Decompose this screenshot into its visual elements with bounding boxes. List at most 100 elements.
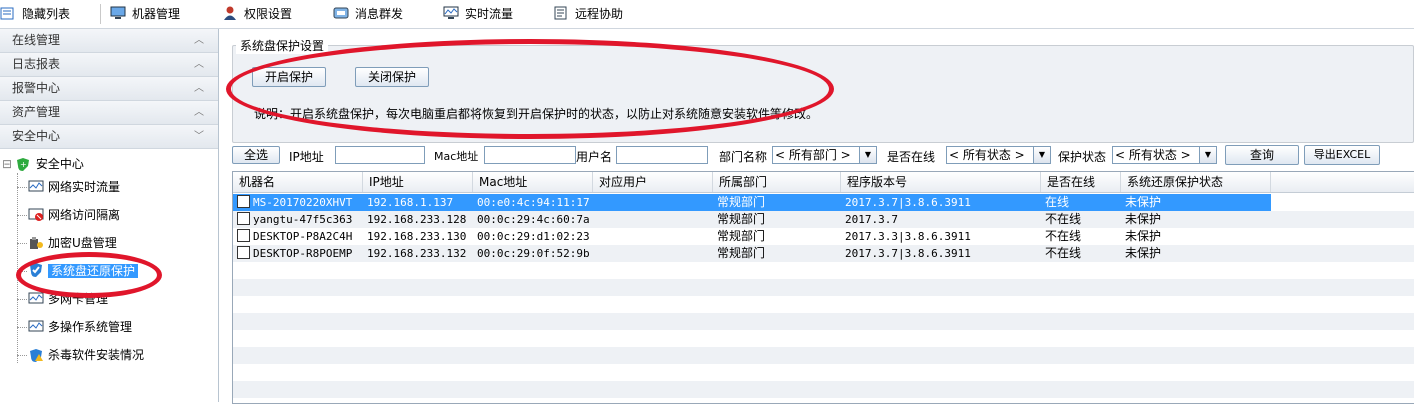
top-toolbar: 隐藏列表 机器管理 权限设置 消息群发 实时流量 远程协助: [0, 0, 1414, 29]
chevron-up-icon: ︿: [194, 59, 204, 70]
table-cell: yangtu-47f5c363: [233, 211, 363, 228]
row-stripe: [233, 262, 1414, 279]
protect-select-value: < 所有状态 >: [1115, 148, 1191, 162]
shield-warning-icon: [28, 348, 44, 362]
chevron-up-icon: ︿: [194, 35, 204, 46]
table-row[interactable]: yangtu-47f5c363 192.168.233.128 00:0c:29:4…: [233, 211, 1414, 228]
table-cell: 不在线: [1045, 246, 1082, 260]
tree-item-encrypted-usb[interactable]: 加密U盘管理: [28, 233, 117, 253]
svg-text:+: +: [20, 160, 27, 169]
toolbar-remote-assist[interactable]: 远程协助: [553, 5, 623, 23]
toolbar-realtime-traffic[interactable]: 实时流量: [443, 5, 513, 23]
tree-line: [17, 355, 27, 356]
row-stripe: [233, 347, 1414, 364]
table-row[interactable]: DESKTOP-P8A2C4H 192.168.233.130 00:0c:29:d…: [233, 228, 1414, 245]
table-cell: 常规部门: [717, 212, 766, 226]
machine-table: 机器名 IP地址 Mac地址 对应用户 所属部门 程序版本号 是否在线 系统还原保护状态 MS…: [232, 171, 1414, 404]
query-button[interactable]: 查询: [1225, 145, 1299, 165]
table-cell: 未保护: [1121, 194, 1271, 211]
table-cell: 未保护: [1125, 229, 1162, 243]
dropdown-arrow-icon[interactable]: ▼: [1033, 147, 1050, 163]
dropdown-arrow-icon[interactable]: ▼: [1199, 147, 1216, 163]
column-header[interactable]: 程序版本号: [841, 172, 1041, 192]
ip-label: IP地址: [289, 150, 324, 164]
column-header[interactable]: 系统还原保护状态: [1121, 172, 1271, 192]
row-stripe: [233, 364, 1414, 381]
column-header[interactable]: 机器名: [233, 172, 363, 192]
column-header[interactable]: 所属部门: [713, 172, 841, 192]
mac-input[interactable]: [484, 146, 576, 164]
sidebar-section-alarm[interactable]: 报警中心 ︿: [0, 77, 218, 101]
online-select[interactable]: < 所有状态 > ▼: [946, 146, 1051, 164]
chevron-up-icon: ︿: [194, 107, 204, 118]
monitor-blocked-icon: [28, 208, 44, 222]
dept-select[interactable]: < 所有部门 > ▼: [772, 146, 877, 164]
section-label: 报警中心: [12, 81, 61, 95]
tree-item-label: 多网卡管理: [48, 292, 109, 306]
tree-root-security[interactable]: ⊟ + 安全中心: [2, 155, 84, 173]
online-label: 是否在线: [887, 150, 936, 164]
user-icon: [222, 6, 238, 20]
table-cell: [593, 228, 713, 245]
monitor-chart-icon: [28, 292, 44, 306]
table-row[interactable]: DESKTOP-R8POEMP 192.168.233.132 00:0c:29:0…: [233, 245, 1414, 262]
sidebar-section-assets[interactable]: 资产管理 ︿: [0, 101, 218, 125]
toolbar-label: 实时流量: [465, 7, 514, 21]
column-header[interactable]: Mac地址: [473, 172, 593, 192]
dept-select-value: < 所有部门 >: [775, 148, 851, 162]
table-cell: DESKTOP-P8A2C4H: [233, 228, 363, 245]
table-cell: 00:0c:29:0f:52:9b: [477, 247, 590, 260]
enable-protection-button[interactable]: 开启保护: [252, 67, 326, 87]
table-cell: 2017.3.7|3.8.6.3911: [841, 194, 1041, 211]
toolbar-label: 消息群发: [355, 7, 404, 21]
ip-input[interactable]: [335, 146, 425, 164]
export-excel-button[interactable]: 导出EXCEL: [1304, 145, 1380, 165]
toolbar-machine-management[interactable]: 机器管理: [110, 5, 180, 23]
tree-root-label: 安全中心: [35, 157, 84, 171]
select-all-button[interactable]: 全选: [232, 146, 280, 164]
user-label: 用户名: [576, 150, 613, 164]
sidebar-section-security[interactable]: 安全中心 ﹀: [0, 125, 218, 149]
tree-item-network-traffic[interactable]: 网络实时流量: [28, 177, 120, 197]
tree-line: [17, 271, 27, 272]
table-cell: 192.168.1.137: [363, 194, 473, 211]
dropdown-arrow-icon[interactable]: ▼: [859, 147, 876, 163]
toolbar-label: 机器管理: [132, 7, 181, 21]
column-header[interactable]: 对应用户: [593, 172, 713, 192]
sidebar-section-logs[interactable]: 日志报表 ︿: [0, 53, 218, 77]
tree-line: [17, 299, 27, 300]
table-cell: [593, 211, 713, 228]
sidebar-section-online[interactable]: 在线管理 ︿: [0, 29, 218, 53]
tree-item-antivirus[interactable]: 杀毒软件安装情况: [28, 345, 144, 365]
main-panel: 系统盘保护设置 开启保护 关闭保护 说明：开启系统盘保护，每次电脑重启都将恢复到…: [222, 29, 1414, 404]
table-cell: 2017.3.7: [845, 213, 898, 226]
protect-status-select[interactable]: < 所有状态 > ▼: [1112, 146, 1217, 164]
remote-icon: [553, 6, 569, 20]
column-header[interactable]: 是否在线: [1041, 172, 1121, 192]
row-checkbox[interactable]: [237, 246, 250, 259]
toolbar-hidden-list[interactable]: 隐藏列表: [0, 5, 70, 23]
tree-item-label: 网络实时流量: [48, 180, 121, 194]
toolbar-permission-settings[interactable]: 权限设置: [222, 5, 292, 23]
disable-protection-button[interactable]: 关闭保护: [355, 67, 429, 87]
tree-item-network-isolation[interactable]: 网络访问隔离: [28, 205, 120, 225]
monitor-icon: [110, 6, 126, 20]
online-select-value: < 所有状态 >: [949, 148, 1025, 162]
row-checkbox[interactable]: [237, 212, 250, 225]
row-stripe: [233, 381, 1414, 398]
table-cell: 不在线: [1045, 212, 1082, 226]
tree-expander-icon[interactable]: ⊟: [2, 157, 12, 171]
tree-item-system-restore[interactable]: 系统盘还原保护: [28, 261, 139, 281]
toolbar-mass-message[interactable]: 消息群发: [333, 5, 403, 23]
row-checkbox[interactable]: [237, 229, 250, 242]
tree-item-multi-nic[interactable]: 多网卡管理: [28, 289, 108, 309]
table-cell: 不在线: [1045, 229, 1082, 243]
column-header[interactable]: IP地址: [363, 172, 473, 192]
row-checkbox[interactable]: [237, 195, 250, 208]
table-cell: 00:e0:4c:94:11:17: [473, 194, 593, 211]
tree-item-multi-os[interactable]: 多操作系统管理: [28, 317, 132, 337]
table-row[interactable]: MS-20170220XHVT 192.168.1.137 00:e0:4c:94:…: [233, 194, 1414, 211]
username-input[interactable]: [616, 146, 708, 164]
tree-line: [17, 327, 27, 328]
row-stripe: [233, 313, 1414, 330]
